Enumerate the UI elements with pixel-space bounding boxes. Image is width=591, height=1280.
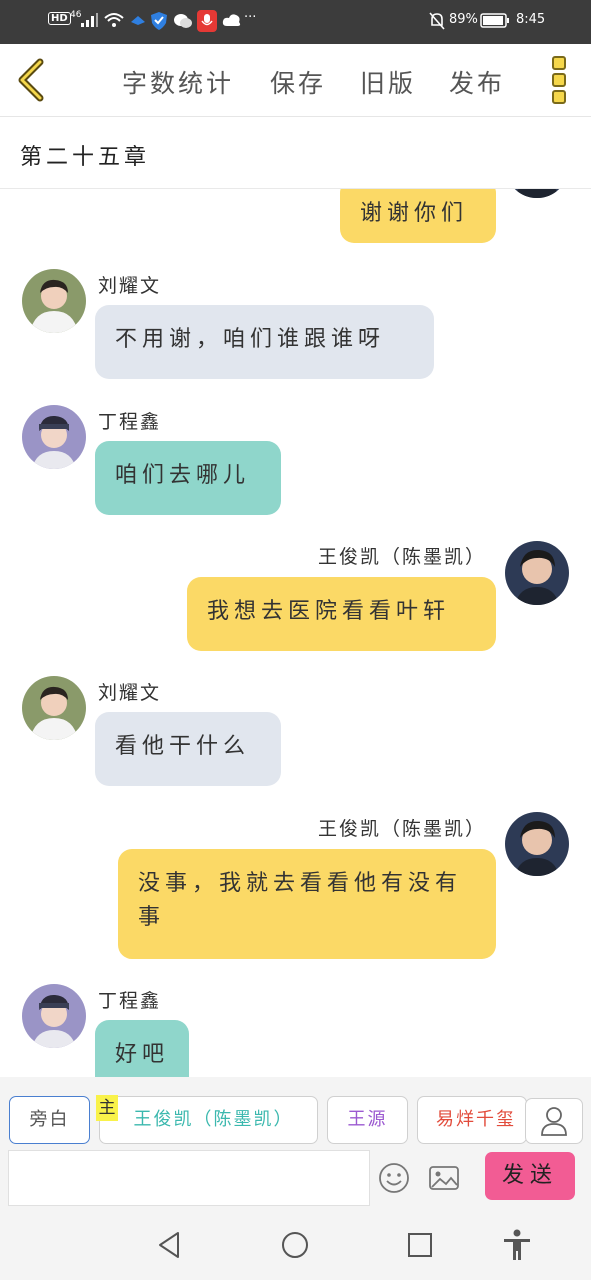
role-wang-junkai-button[interactable]: 王俊凯（陈墨凯） <box>99 1096 318 1144</box>
avatar-wang-junkai[interactable] <box>505 541 569 605</box>
message-text: 不用谢，咱们谁跟谁呀 <box>115 327 386 352</box>
avatar-wang-junkai[interactable] <box>505 812 569 876</box>
shield-icon <box>150 11 168 35</box>
cloud-icon <box>222 12 242 32</box>
chat-message[interactable]: 谢谢你们 <box>340 189 496 243</box>
bell-off-icon <box>428 11 446 35</box>
send-button[interactable]: 发送 <box>485 1152 575 1200</box>
chat-message[interactable]: 咱们去哪儿 <box>95 441 281 515</box>
chapter-header: 第二十五章 <box>0 117 591 189</box>
image-icon <box>429 1166 459 1190</box>
role-narration-button[interactable]: 旁白 <box>9 1096 90 1144</box>
emoji-icon <box>379 1163 409 1193</box>
message-input[interactable] <box>8 1150 370 1206</box>
system-nav-bar <box>0 1208 591 1280</box>
accessibility-icon <box>504 1229 530 1260</box>
main-role-tag: 主 <box>96 1095 118 1121</box>
person-icon <box>541 1107 567 1136</box>
chapter-title[interactable]: 第二十五章 <box>20 139 150 171</box>
message-text: 我想去医院看看叶轩 <box>207 599 451 624</box>
more-vertical-icon <box>550 56 568 104</box>
back-chevron-icon <box>18 58 44 102</box>
app-notification-icon <box>130 14 146 30</box>
message-text: 看他干什么 <box>115 734 251 759</box>
speaker-name: 丁程鑫 <box>98 990 162 1012</box>
nav-back-icon <box>159 1232 179 1258</box>
old-version-button[interactable]: 旧版 <box>360 64 416 100</box>
editor-toolbar: 字数统计 保存 旧版 发布 <box>0 44 591 117</box>
signal-icon <box>80 12 98 32</box>
speaker-name: 刘耀文 <box>98 275 162 297</box>
avatar-wang-junkai[interactable] <box>505 189 569 198</box>
avatar-ding-chengxin[interactable] <box>22 984 86 1048</box>
role-yi-yangqianxi-button[interactable]: 易烊千玺 <box>417 1096 527 1144</box>
chat-message[interactable]: 我想去医院看看叶轩 <box>187 577 496 651</box>
publish-button[interactable]: 发布 <box>449 64 505 100</box>
speaker-name: 王俊凯（陈墨凯） <box>317 818 486 840</box>
nav-recents-icon <box>408 1233 432 1257</box>
speaker-name: 王俊凯（陈墨凯） <box>317 546 486 568</box>
speaker-name: 刘耀文 <box>98 682 162 704</box>
back-button[interactable] <box>14 58 50 102</box>
status-bar: HD 46 ··· 89% 8:45 <box>0 0 591 44</box>
message-text: 咱们去哪儿 <box>115 463 251 488</box>
emoji-button[interactable] <box>377 1161 411 1195</box>
hd-badge: HD <box>48 12 71 25</box>
wifi-icon <box>104 12 124 32</box>
accessibility-button[interactable] <box>500 1228 534 1262</box>
more-status-text: ··· <box>244 10 257 25</box>
nav-back-button[interactable] <box>152 1228 186 1262</box>
clock: 8:45 <box>516 12 546 27</box>
battery-icon <box>480 13 510 33</box>
avatar-liu-yaowen[interactable] <box>22 676 86 740</box>
message-text: 没事，我就去看看他有没有事 <box>138 871 463 930</box>
image-button[interactable] <box>427 1161 461 1195</box>
avatar-ding-chengxin[interactable] <box>22 405 86 469</box>
nav-home-icon <box>282 1232 308 1258</box>
speaker-name: 丁程鑫 <box>98 411 162 433</box>
battery-percent: 89% <box>449 12 478 27</box>
avatar-liu-yaowen[interactable] <box>22 269 86 333</box>
role-wang-yuan-button[interactable]: 王源 <box>327 1096 408 1144</box>
chat-area[interactable]: 谢谢你们 刘耀文 不用谢，咱们谁跟谁呀 丁程鑫 咱们去哪儿 王俊凯（陈墨凯） 我… <box>0 189 591 1077</box>
nav-home-button[interactable] <box>278 1228 312 1262</box>
more-menu-button[interactable] <box>550 56 568 104</box>
nav-recents-button[interactable] <box>403 1228 437 1262</box>
chat-message[interactable]: 好吧 <box>95 1020 189 1077</box>
save-button[interactable]: 保存 <box>270 64 326 100</box>
chat-message[interactable]: 看他干什么 <box>95 712 281 786</box>
chat-message[interactable]: 不用谢，咱们谁跟谁呀 <box>95 305 434 379</box>
add-role-button[interactable] <box>525 1098 583 1144</box>
message-text: 好吧 <box>115 1042 170 1067</box>
composer-panel: 旁白 王俊凯（陈墨凯） 主 王源 易烊千玺 发送 <box>0 1077 591 1208</box>
chat-message[interactable]: 没事，我就去看看他有没有事 <box>118 849 496 959</box>
message-text: 谢谢你们 <box>360 201 469 226</box>
microphone-icon <box>197 10 217 36</box>
wechat-icon <box>173 12 193 34</box>
word-count-button[interactable]: 字数统计 <box>122 64 234 100</box>
